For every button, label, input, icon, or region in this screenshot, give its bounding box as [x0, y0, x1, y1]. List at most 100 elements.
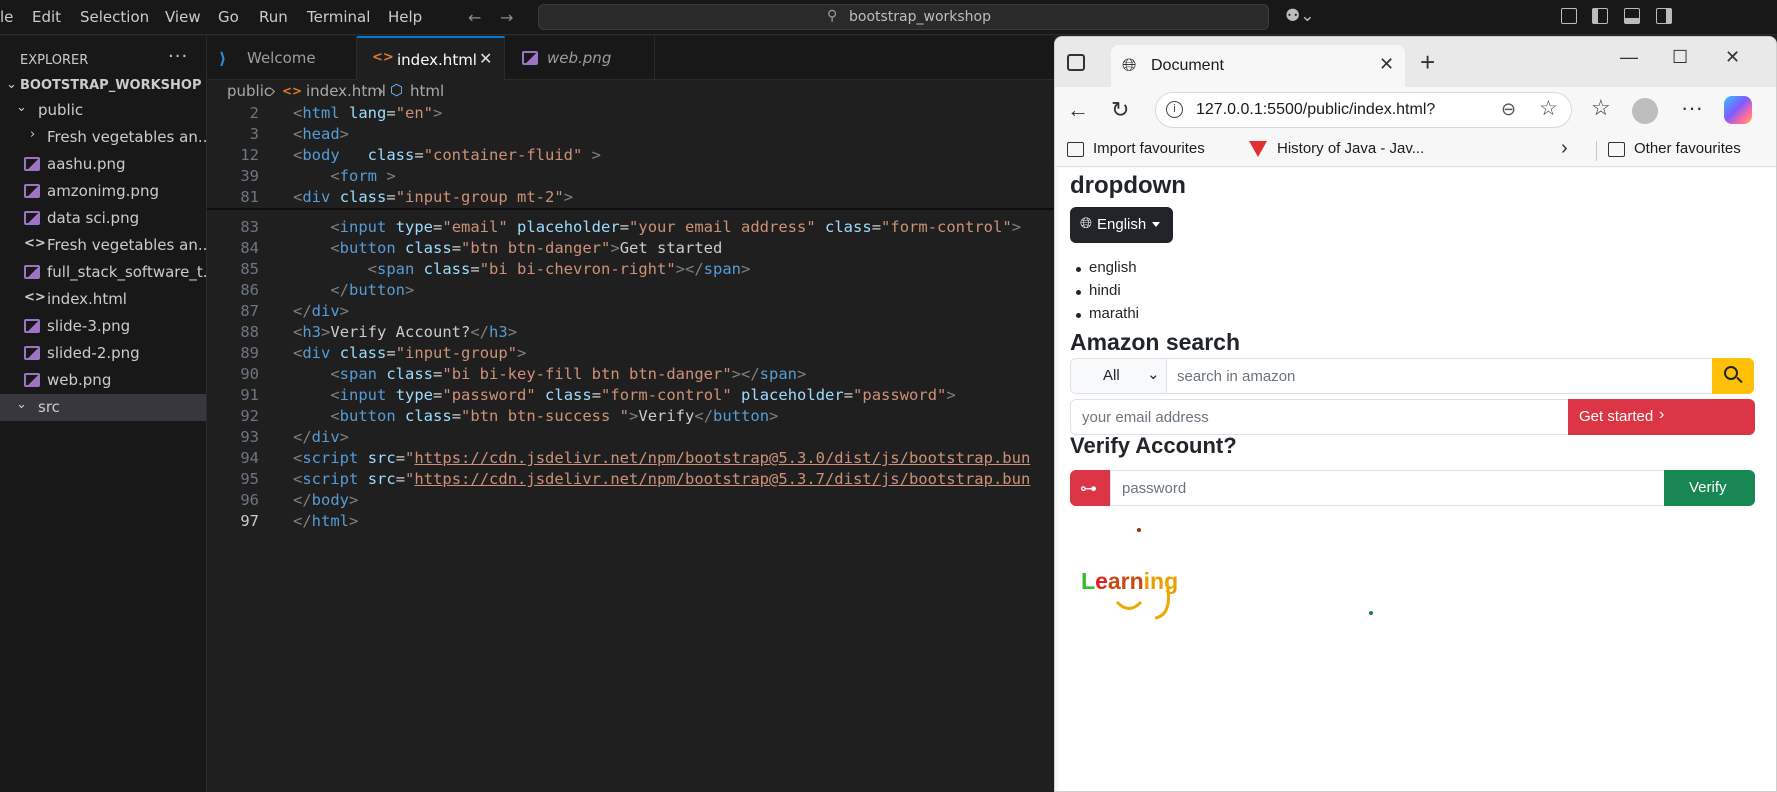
favorite-java-history[interactable]: History of Java - Jav...: [1277, 140, 1424, 157]
code-line[interactable]: 86 </button>: [207, 281, 1054, 305]
email-field[interactable]: [1071, 400, 1569, 434]
menu-selection[interactable]: Selection: [80, 8, 149, 26]
close-icon[interactable]: ✕: [479, 49, 492, 68]
tree-item-label: Fresh vegetables an...: [47, 236, 206, 254]
code-line[interactable]: 88 <h3>Verify Account?</h3>: [207, 323, 1054, 347]
browser-tab[interactable]: 🌐︎ Document ✕: [1111, 45, 1405, 87]
tree-item-file[interactable]: data sci.png: [0, 205, 206, 232]
favorite-import[interactable]: Import favourites: [1093, 140, 1205, 157]
code-line[interactable]: 84 <button class="btn btn-danger">Get st…: [207, 239, 1054, 263]
chevron-right-icon: ›: [1659, 406, 1665, 423]
maximize-icon[interactable]: ☐: [1672, 47, 1688, 68]
line-number: 95: [240, 470, 259, 488]
menu-edit[interactable]: Edit: [32, 8, 61, 26]
toggle-secondary-sidebar-icon[interactable]: [1656, 8, 1672, 24]
breadcrumb-item[interactable]: index.html: [306, 82, 386, 100]
tree-item-file[interactable]: web.png: [0, 367, 206, 394]
code-line[interactable]: 85 <span class="bi bi-chevron-right"></s…: [207, 260, 1054, 284]
code-view[interactable]: 2 <html lang="en"> 3 <head> 12 <body class="c…: [207, 104, 1054, 792]
code-line[interactable]: 90 <span class="bi bi-key-fill btn btn-d…: [207, 365, 1054, 389]
breadcrumb-item[interactable]: public: [227, 82, 272, 100]
menu-file[interactable]: le: [0, 8, 13, 26]
code-line[interactable]: 92 <button class="btn btn-success ">Veri…: [207, 407, 1054, 431]
code-text: <input type="password" class="form-contr…: [330, 386, 956, 404]
minimize-icon[interactable]: —: [1620, 47, 1638, 68]
amazon-search-input[interactable]: [1167, 359, 1712, 393]
menu-view[interactable]: View: [165, 8, 201, 26]
code-line[interactable]: 93 </div>: [207, 428, 1054, 452]
code-text: <script src="https://cdn.jsdelivr.net/np…: [293, 470, 1031, 488]
code-line[interactable]: 87 </div>: [207, 302, 1054, 326]
profile-avatar[interactable]: [1632, 98, 1658, 124]
tree-item-src[interactable]: ⌄ src: [0, 394, 206, 421]
category-select[interactable]: All ⌄: [1071, 359, 1167, 393]
tree-item-file[interactable]: full_stack_software_t...: [0, 259, 206, 286]
menu-help[interactable]: Help: [388, 8, 422, 26]
menu-terminal[interactable]: Terminal: [307, 8, 370, 26]
caret-down-icon: [1152, 222, 1160, 227]
search-button[interactable]: [1712, 358, 1754, 394]
tab-web-png[interactable]: web.png: [505, 36, 655, 80]
code-line[interactable]: 39 <form >: [207, 167, 1054, 191]
toggle-primary-sidebar-icon[interactable]: [1592, 8, 1608, 24]
language-dropdown-button[interactable]: 🌐︎ English: [1070, 207, 1173, 243]
code-line[interactable]: 12 <body class="container-fluid" >: [207, 146, 1054, 170]
menu-go[interactable]: Go: [218, 8, 239, 26]
tree-item-file[interactable]: <> Fresh vegetables an...: [0, 232, 206, 259]
tree-item-file[interactable]: slide-3.png: [0, 313, 206, 340]
code-line[interactable]: 89 <div class="input-group">: [207, 344, 1054, 368]
code-text: <span class="bi bi-key-fill btn btn-dang…: [330, 365, 807, 383]
code-line[interactable]: 96 </body>: [207, 491, 1054, 515]
favorite-star-icon[interactable]: ☆: [1539, 96, 1558, 121]
code-line[interactable]: 2 <html lang="en">: [207, 104, 1054, 128]
code-line[interactable]: 95 <script src="https://cdn.jsdelivr.net/…: [207, 470, 1054, 494]
forward-arrow-icon[interactable]: →: [500, 8, 513, 27]
code-line[interactable]: 91 <input type="password" class="form-co…: [207, 386, 1054, 410]
code-line[interactable]: 3 <head>: [207, 125, 1054, 149]
tree-item-file[interactable]: aashu.png: [0, 151, 206, 178]
verify-button[interactable]: Verify: [1664, 470, 1755, 506]
explorer-title: EXPLORER: [20, 53, 89, 68]
close-icon[interactable]: ✕: [1379, 54, 1394, 75]
key-button[interactable]: ⊶: [1070, 470, 1110, 506]
tab-index-html[interactable]: <> index.html ✕: [357, 36, 505, 80]
tree-item-folder[interactable]: › Fresh vegetables an...: [0, 124, 206, 151]
address-bar[interactable]: i 127.0.0.1:5500/public/index.html? ⊖ ☆: [1155, 92, 1572, 128]
chevron-right-icon[interactable]: ›: [1561, 137, 1568, 160]
info-icon[interactable]: i: [1166, 101, 1183, 118]
tree-item-file[interactable]: <> index.html: [0, 286, 206, 313]
settings-more-icon[interactable]: ···: [1681, 95, 1703, 121]
refresh-icon[interactable]: ↻: [1111, 97, 1129, 123]
close-window-icon[interactable]: ✕: [1725, 47, 1740, 68]
tree-item-file[interactable]: slided-2.png: [0, 340, 206, 367]
back-arrow-icon[interactable]: ←: [468, 8, 481, 27]
customize-layout-icon[interactable]: [1561, 8, 1577, 24]
code-line[interactable]: 83 <input type="email" placeholder="your…: [207, 218, 1054, 242]
breadcrumb-item[interactable]: html: [410, 82, 444, 100]
new-tab-icon[interactable]: +: [1420, 47, 1435, 78]
tree-item-public[interactable]: ⌄ public: [0, 97, 206, 124]
tab-label: index.html: [397, 51, 477, 69]
zoom-icon[interactable]: ⊖: [1501, 99, 1516, 120]
password-field[interactable]: [1110, 471, 1664, 505]
favorites-icon[interactable]: ☆: [1591, 95, 1611, 121]
back-arrow-icon[interactable]: ←: [1067, 97, 1089, 123]
more-actions-icon[interactable]: ···: [168, 46, 188, 67]
image-file-icon: [24, 319, 40, 333]
copilot-icon[interactable]: [1724, 96, 1752, 124]
code-line[interactable]: 97 </html>: [207, 512, 1054, 536]
get-started-button[interactable]: Get started ›: [1568, 399, 1755, 435]
tab-actions-icon[interactable]: [1067, 54, 1085, 71]
tab-welcome[interactable]: ⟩ Welcome: [207, 36, 357, 80]
image-file-icon: [24, 157, 40, 171]
tree-item-file[interactable]: amzonimg.png: [0, 178, 206, 205]
toggle-panel-icon[interactable]: [1624, 8, 1640, 24]
folder-icon: [1608, 142, 1625, 157]
code-line[interactable]: 94 <script src="https://cdn.jsdelivr.net/…: [207, 449, 1054, 473]
copilot-icon[interactable]: ⚉⌄: [1285, 6, 1314, 26]
tab-label: web.png: [547, 49, 612, 67]
code-text: <span class="bi bi-chevron-right"></span…: [367, 260, 751, 278]
favorite-other[interactable]: Other favourites: [1634, 140, 1741, 157]
command-center[interactable]: ⚲ bootstrap_workshop: [538, 4, 1269, 30]
menu-run[interactable]: Run: [259, 8, 288, 26]
